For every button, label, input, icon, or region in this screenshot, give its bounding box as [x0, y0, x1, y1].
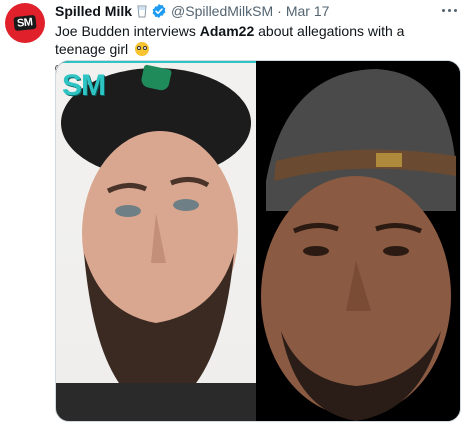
more-icon[interactable] [439, 2, 459, 18]
milk-cup-icon [137, 5, 147, 18]
person-left-illustration [56, 68, 256, 421]
mention-bold: Adam22 [199, 23, 255, 39]
timestamp[interactable]: Mar 17 [286, 3, 330, 19]
handle[interactable]: @SpilledMilkSM [171, 3, 273, 19]
separator: · [277, 3, 282, 19]
watermark: SM [62, 69, 106, 102]
avatar-logo: SM [13, 14, 37, 32]
tweet-media[interactable]: SM [55, 60, 461, 422]
person-right-illustration [261, 69, 456, 421]
tweet-text-part: Joe Budden interviews [55, 23, 200, 39]
display-name[interactable]: Spilled Milk [55, 3, 132, 19]
tweet-header: Spilled Milk @SpilledMilkSM · Mar 17 [55, 2, 457, 20]
photo-left: SM [56, 61, 256, 421]
verified-badge-icon[interactable] [151, 3, 167, 19]
photo-right [256, 61, 460, 421]
avatar[interactable]: SM [5, 3, 45, 43]
flushed-face-icon [135, 42, 150, 56]
